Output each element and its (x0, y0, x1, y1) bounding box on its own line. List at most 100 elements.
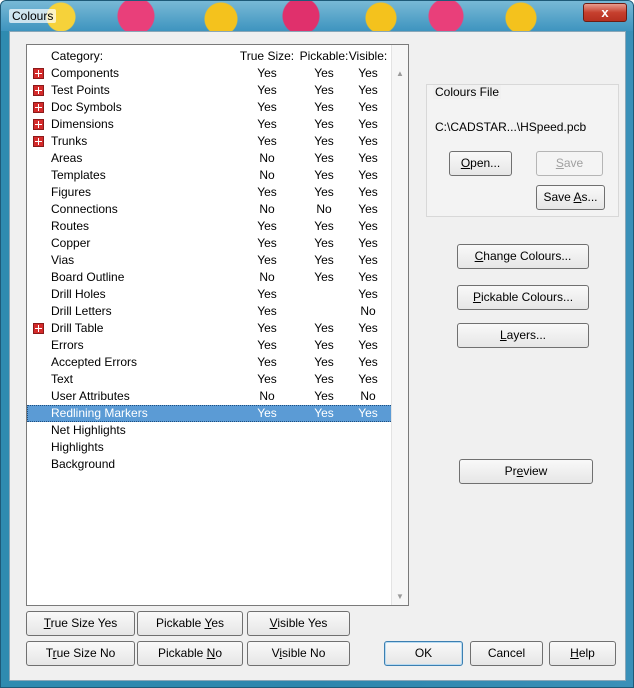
change-colours-button[interactable]: Change Colours... (457, 244, 589, 269)
true-size-value: Yes (257, 219, 277, 233)
category-list[interactable]: Category: True Size: Pickable: Visible: … (26, 44, 409, 606)
pickable-value: Yes (314, 338, 334, 352)
list-header: Category: True Size: Pickable: Visible: (27, 49, 408, 65)
colours-dialog: Colours x Category: True Size: Pickable:… (0, 0, 634, 688)
pickable-no-button[interactable]: Pickable No (137, 641, 243, 666)
list-item[interactable]: Errors Yes Yes Yes (27, 337, 393, 354)
category-name: Highlights (51, 440, 104, 454)
save-as-button[interactable]: Save As... (536, 185, 605, 210)
category-name: Templates (51, 168, 106, 182)
scroll-down-icon[interactable]: ▼ (392, 588, 408, 605)
category-name: Drill Table (51, 321, 104, 335)
help-button[interactable]: Help (549, 641, 616, 666)
pickable-value: Yes (314, 355, 334, 369)
list-item[interactable]: Trunks Yes Yes Yes (27, 133, 393, 150)
visible-yes-button[interactable]: Visible Yes (247, 611, 350, 636)
layers-button[interactable]: Layers... (457, 323, 589, 348)
list-scrollbar[interactable]: ▲ ▼ (391, 45, 408, 605)
list-item[interactable]: Dimensions Yes Yes Yes (27, 116, 393, 133)
pickable-value: Yes (314, 185, 334, 199)
list-item[interactable]: Drill Holes Yes Yes (27, 286, 393, 303)
visible-value: Yes (358, 185, 378, 199)
true-size-value: Yes (257, 134, 277, 148)
expand-plus-icon[interactable] (33, 102, 44, 113)
expand-plus-icon[interactable] (33, 119, 44, 130)
list-item[interactable]: Background (27, 456, 393, 473)
visible-value: Yes (358, 202, 378, 216)
colours-file-path: C:\CADSTAR...\HSpeed.pcb (435, 120, 587, 134)
pickable-yes-button[interactable]: Pickable Yes (137, 611, 243, 636)
list-item[interactable]: Doc Symbols Yes Yes Yes (27, 99, 393, 116)
list-item[interactable]: Components Yes Yes Yes (27, 65, 393, 82)
preview-button[interactable]: Preview (459, 459, 593, 484)
pickable-value: Yes (314, 219, 334, 233)
category-name: Vias (51, 253, 75, 267)
list-item[interactable]: User Attributes No Yes No (27, 388, 393, 405)
open-button[interactable]: Open... (449, 151, 512, 176)
list-item[interactable]: Routes Yes Yes Yes (27, 218, 393, 235)
category-name: Routes (51, 219, 90, 233)
pickable-colours-button[interactable]: Pickable Colours... (457, 285, 589, 310)
category-name: Areas (51, 151, 83, 165)
list-item[interactable]: Drill Letters Yes No (27, 303, 393, 320)
visible-value: Yes (358, 287, 378, 301)
title-bar[interactable]: Colours x (1, 1, 633, 31)
category-name: Dimensions (51, 117, 114, 131)
list-item[interactable]: Vias Yes Yes Yes (27, 252, 393, 269)
list-item[interactable]: Accepted Errors Yes Yes Yes (27, 354, 393, 371)
visible-value: Yes (358, 219, 378, 233)
save-button[interactable]: Save (536, 151, 603, 176)
list-item[interactable]: Net Highlights (27, 422, 393, 439)
list-item[interactable]: Board Outline No Yes Yes (27, 269, 393, 286)
cancel-button[interactable]: Cancel (470, 641, 543, 666)
expand-plus-icon[interactable] (33, 136, 44, 147)
true-size-value: Yes (257, 287, 277, 301)
list-item[interactable]: Figures Yes Yes Yes (27, 184, 393, 201)
true-size-value: Yes (257, 304, 277, 318)
category-name: Drill Holes (51, 287, 106, 301)
list-item[interactable]: Highlights (27, 439, 393, 456)
pickable-value: Yes (314, 83, 334, 97)
list-item[interactable]: Copper Yes Yes Yes (27, 235, 393, 252)
category-name: Connections (51, 202, 118, 216)
header-pickable: Pickable: (299, 49, 349, 63)
true-size-value: Yes (257, 66, 277, 80)
true-size-value: No (259, 151, 275, 165)
expand-plus-icon[interactable] (33, 85, 44, 96)
expand-plus-icon[interactable] (33, 68, 44, 79)
list-item[interactable]: Connections No No Yes (27, 201, 393, 218)
true-size-no-button[interactable]: True Size No (26, 641, 135, 666)
visible-value: Yes (358, 66, 378, 80)
category-name: Net Highlights (51, 423, 126, 437)
true-size-value: Yes (257, 253, 277, 267)
true-size-value: No (259, 168, 275, 182)
visible-value: Yes (358, 338, 378, 352)
true-size-yes-button[interactable]: True Size Yes (26, 611, 135, 636)
pickable-value: Yes (314, 117, 334, 131)
scroll-up-icon[interactable]: ▲ (392, 65, 408, 82)
true-size-value: Yes (257, 321, 277, 335)
expand-plus-icon[interactable] (33, 323, 44, 334)
visible-value: No (360, 304, 376, 318)
list-item[interactable]: Areas No Yes Yes (27, 150, 393, 167)
pickable-value: Yes (314, 321, 334, 335)
visible-no-button[interactable]: Visible No (247, 641, 350, 666)
close-button[interactable]: x (583, 3, 627, 22)
category-name: Accepted Errors (51, 355, 138, 369)
true-size-value: Yes (257, 406, 277, 420)
visible-value: Yes (358, 151, 378, 165)
visible-value: Yes (358, 83, 378, 97)
list-item[interactable]: Text Yes Yes Yes (27, 371, 393, 388)
pickable-value: Yes (314, 372, 334, 386)
category-name: Figures (51, 185, 92, 199)
ok-button[interactable]: OK (384, 641, 463, 666)
list-item[interactable]: Redlining Markers Yes Yes Yes (27, 405, 393, 422)
visible-value: Yes (358, 253, 378, 267)
true-size-value: No (259, 202, 275, 216)
dialog-client-area: Category: True Size: Pickable: Visible: … (9, 31, 626, 681)
list-item[interactable]: Drill Table Yes Yes Yes (27, 320, 393, 337)
pickable-value: Yes (314, 168, 334, 182)
list-item[interactable]: Test Points Yes Yes Yes (27, 82, 393, 99)
visible-value: Yes (358, 321, 378, 335)
list-item[interactable]: Templates No Yes Yes (27, 167, 393, 184)
